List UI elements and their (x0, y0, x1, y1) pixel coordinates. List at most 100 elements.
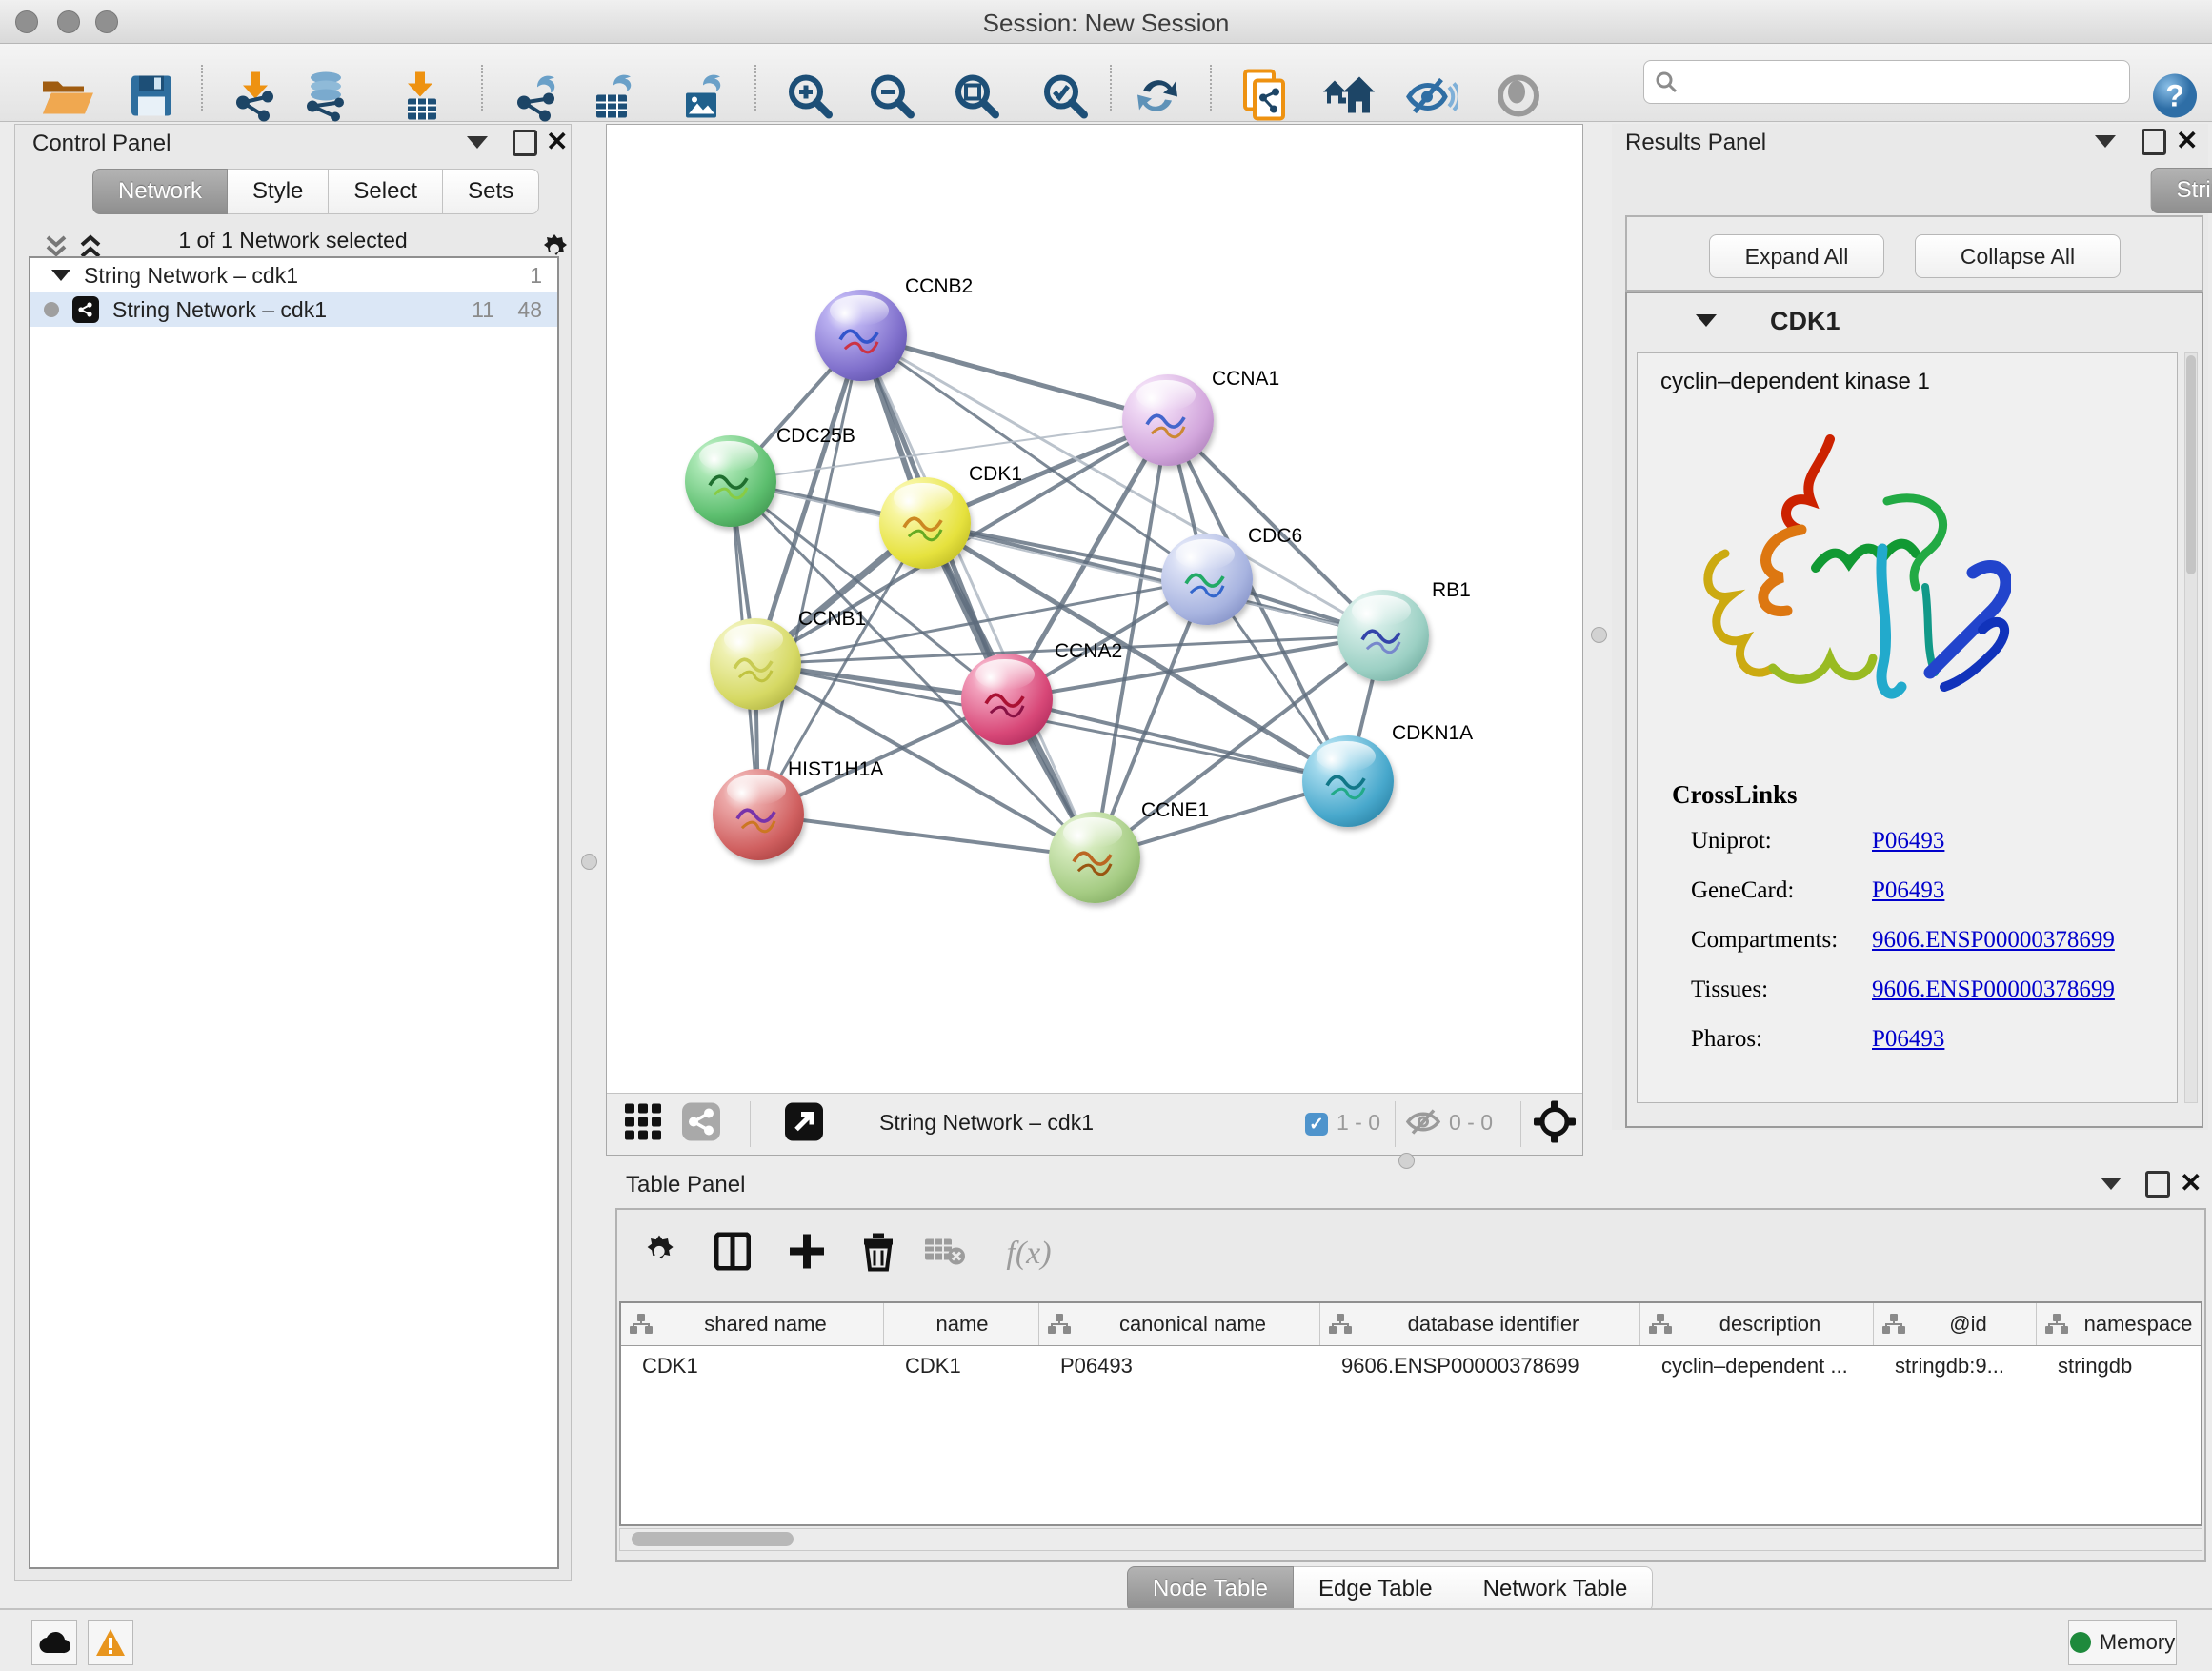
results-panel-float-icon[interactable] (2142, 129, 2166, 155)
edge-CCNA2-CDKN1A[interactable] (1007, 699, 1348, 781)
help-icon[interactable]: ? (2151, 72, 2199, 125)
control-panel-float-icon[interactable] (513, 130, 537, 156)
tab-style[interactable]: Style (228, 169, 329, 214)
node-CDK1[interactable] (879, 477, 971, 569)
edge-CCNB2-HIST1H1A[interactable] (758, 335, 861, 815)
table-panel-close-icon[interactable]: ✕ (2180, 1170, 2202, 1197)
zoom-out-icon[interactable] (867, 71, 916, 126)
home-networks-icon[interactable] (1321, 75, 1377, 122)
import-database-icon[interactable] (301, 70, 351, 127)
tab-select[interactable]: Select (329, 169, 443, 214)
crosslink-link[interactable]: P06493 (1872, 877, 1944, 904)
edge-CCNB2-CCNA1[interactable] (861, 335, 1168, 420)
save-session-icon[interactable] (130, 74, 173, 123)
results-panel-collapse-icon[interactable] (2095, 135, 2116, 148)
column-header-shared-name[interactable]: shared name (621, 1303, 884, 1345)
cell-database-identifier[interactable]: 9606.ENSP00000378699 (1320, 1354, 1640, 1379)
table-data-row[interactable]: CDK1CDK1P064939606.ENSP00000378699cyclin… (621, 1346, 2201, 1386)
cell-canonical-name[interactable]: P06493 (1039, 1354, 1320, 1379)
tab-network-table[interactable]: Network Table (1458, 1566, 1654, 1612)
crosslink-link[interactable]: 9606.ENSP00000378699 (1872, 927, 2115, 954)
export-network-icon[interactable] (513, 70, 560, 127)
edge-CCNB2-CCNE1[interactable] (861, 335, 1095, 857)
inactive-eye-icon[interactable] (1496, 73, 1541, 124)
left-splitter-handle[interactable] (581, 854, 597, 870)
column-header-name[interactable]: name (884, 1303, 1039, 1345)
node-RB1[interactable] (1337, 590, 1429, 681)
tree-caret-icon[interactable] (51, 270, 70, 281)
delete-table-icon[interactable] (924, 1236, 966, 1273)
gene-header[interactable]: CDK1 (1627, 293, 2202, 352)
export-image-icon[interactable] (680, 70, 726, 127)
right-splitter-handle[interactable] (1591, 627, 1607, 643)
zoom-in-icon[interactable] (785, 71, 835, 126)
zoom-selected-icon[interactable] (1040, 71, 1090, 126)
column-header--id[interactable]: @id (1874, 1303, 2037, 1345)
node-CCNA2[interactable] (961, 654, 1053, 745)
grid-view-icon[interactable] (625, 1104, 661, 1145)
node-CCNB2[interactable] (815, 290, 907, 381)
import-table-icon[interactable] (400, 70, 444, 127)
network-row[interactable]: String Network – cdk1 11 48 (30, 292, 557, 327)
node-CDC25B[interactable] (685, 435, 776, 527)
results-scrollbar[interactable] (2184, 352, 2198, 1103)
toolbar-search[interactable] (1643, 60, 2130, 104)
crosslink-link[interactable]: 9606.ENSP00000378699 (1872, 976, 2115, 1003)
network-canvas[interactable]: CCNB2CCNA1CDC25BCDK1CDC6RB1CCNB1CCNA2CDK… (607, 125, 1582, 1094)
results-scrollbar-thumb[interactable] (2186, 355, 2196, 574)
table-panel-collapse-icon[interactable] (2101, 1178, 2122, 1190)
node-HIST1H1A[interactable] (713, 769, 804, 860)
column-header-namespace[interactable]: namespace (2037, 1303, 2202, 1345)
crosslink-link[interactable]: P06493 (1872, 828, 1944, 855)
warning-button[interactable] (88, 1620, 133, 1665)
tab-edge-table[interactable]: Edge Table (1294, 1566, 1458, 1612)
collapse-all-button[interactable]: Collapse All (1915, 234, 2121, 278)
share-view-icon[interactable] (682, 1103, 720, 1146)
tab-node-table[interactable]: Node Table (1127, 1566, 1294, 1612)
birdseye-crosshair-icon[interactable] (1534, 1101, 1576, 1148)
node-CCNA1[interactable] (1122, 374, 1214, 466)
gene-collapse-icon[interactable] (1696, 314, 1717, 327)
edge-HIST1H1A-CCNE1[interactable] (758, 815, 1095, 857)
table-gear-icon[interactable] (642, 1235, 676, 1274)
cell-namespace[interactable]: stringdb (2037, 1354, 2202, 1379)
results-panel-close-icon[interactable]: ✕ (2176, 128, 2198, 154)
zoom-fit-icon[interactable] (952, 71, 1001, 126)
cell-shared-name[interactable]: CDK1 (621, 1354, 884, 1379)
cell--id[interactable]: stringdb:9... (1874, 1354, 2037, 1379)
cloud-button[interactable] (31, 1620, 77, 1665)
refresh-icon[interactable] (1134, 72, 1181, 125)
delete-column-icon[interactable] (862, 1232, 895, 1277)
column-header-database-identifier[interactable]: database identifier (1320, 1303, 1640, 1345)
control-panel-close-icon[interactable]: ✕ (546, 129, 568, 155)
column-header-description[interactable]: description (1640, 1303, 1874, 1345)
node-CDKN1A[interactable] (1302, 735, 1394, 827)
node-CCNB1[interactable] (710, 618, 801, 710)
bottom-splitter-handle[interactable] (1398, 1153, 1415, 1169)
export-table-icon[interactable] (591, 70, 636, 127)
control-panel-collapse-icon[interactable] (467, 136, 488, 149)
network-collection-row[interactable]: String Network – cdk1 1 (30, 258, 557, 292)
function-builder-icon[interactable]: f(x) (1006, 1236, 1051, 1272)
node-CCNE1[interactable] (1049, 812, 1140, 903)
search-input[interactable] (1686, 69, 2120, 95)
selected-checkbox[interactable]: ✓ (1305, 1113, 1328, 1136)
table-panel-float-icon[interactable] (2145, 1171, 2170, 1198)
hide-panel-eye-icon[interactable] (1405, 74, 1458, 123)
tab-sets[interactable]: Sets (443, 169, 539, 214)
crosslink-link[interactable]: P06493 (1872, 1026, 1944, 1053)
table-hscrollbar-thumb[interactable] (632, 1532, 794, 1546)
memory-button[interactable]: Memory (2068, 1620, 2177, 1665)
column-header-canonical-name[interactable]: canonical name (1039, 1303, 1320, 1345)
tab-string[interactable]: String (2151, 168, 2212, 213)
file-network-icon[interactable] (1241, 70, 1291, 128)
open-in-new-icon[interactable] (785, 1103, 823, 1146)
cell-description[interactable]: cyclin–dependent ... (1640, 1354, 1874, 1379)
table-hscrollbar[interactable] (619, 1528, 2202, 1551)
show-columns-icon[interactable] (714, 1233, 751, 1276)
expand-all-button[interactable]: Expand All (1709, 234, 1884, 278)
node-CDC6[interactable] (1161, 534, 1253, 625)
cell-name[interactable]: CDK1 (884, 1354, 1039, 1379)
tab-network[interactable]: Network (92, 169, 228, 214)
add-column-icon[interactable] (788, 1233, 826, 1276)
